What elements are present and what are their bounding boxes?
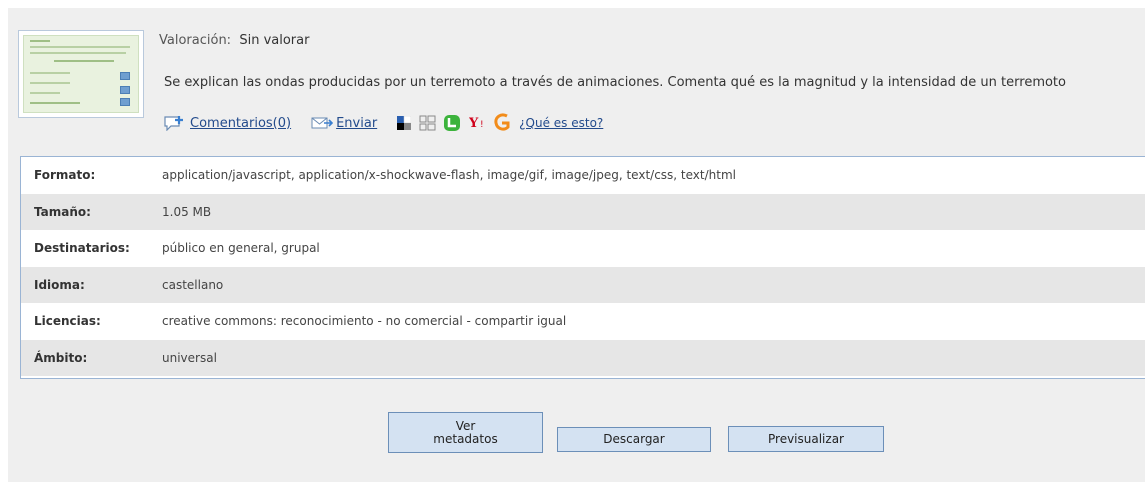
view-metadata-label-line1: Ver: [455, 418, 476, 433]
svg-text:Y: Y: [469, 116, 479, 131]
rating-value: Sin valorar: [239, 33, 310, 48]
view-metadata-label-line2: metadatos: [433, 431, 498, 446]
resource-description: Se explican las ondas producidas por un …: [164, 75, 1066, 90]
meneame-icon[interactable]: [419, 115, 437, 131]
thumbnail-preview-image: [23, 35, 139, 113]
license-key: Licencias:: [34, 314, 101, 329]
what-is-this-link[interactable]: ¿Qué es esto?: [519, 116, 603, 130]
digg-icon[interactable]: [493, 113, 511, 133]
format-value: application/javascript, application/x-sh…: [162, 168, 736, 183]
yahoo-icon[interactable]: Y !: [468, 115, 487, 131]
audience-value: público en general, grupal: [162, 241, 320, 256]
view-metadata-button[interactable]: Ver metadatos: [388, 412, 543, 453]
license-value: creative commons: reconocimiento - no co…: [162, 314, 567, 329]
metadata-row-scope: Ámbito: universal: [21, 339, 1145, 376]
delicious-icon[interactable]: [397, 115, 412, 130]
metadata-row-format: Formato: application/javascript, applica…: [21, 157, 1145, 194]
resource-panel: Valoración: Sin valorar Se explican las …: [8, 8, 1145, 482]
language-key: Idioma:: [34, 277, 85, 292]
metadata-row-audience: Destinatarios: público en general, grupa…: [21, 230, 1145, 267]
comments-link[interactable]: Comentarios(0): [190, 116, 291, 131]
metadata-row-license: Licencias: creative commons: reconocimie…: [21, 303, 1145, 340]
download-button[interactable]: Descargar: [557, 427, 711, 452]
resource-thumbnail[interactable]: [18, 30, 144, 118]
metadata-row-size: Tamaño: 1.05 MB: [21, 193, 1145, 230]
rating-label: Valoración:: [159, 33, 232, 48]
scope-key: Ámbito:: [34, 350, 88, 365]
metadata-table: Formato: application/javascript, applica…: [20, 156, 1145, 379]
size-value: 1.05 MB: [162, 204, 212, 219]
comment-add-icon[interactable]: [164, 115, 186, 132]
format-key: Formato:: [34, 168, 96, 183]
svg-text:!: !: [480, 120, 484, 130]
share-actions: Comentarios(0) Enviar Y ! ¿Qué es esto?: [164, 112, 603, 134]
tuenti-icon[interactable]: [443, 114, 461, 132]
preview-button[interactable]: Previsualizar: [728, 426, 884, 452]
size-key: Tamaño:: [34, 204, 91, 219]
language-value: castellano: [162, 277, 224, 292]
scope-value: universal: [162, 350, 217, 365]
audience-key: Destinatarios:: [34, 241, 130, 256]
rating: Valoración: Sin valorar: [159, 33, 309, 48]
send-link[interactable]: Enviar: [336, 116, 377, 131]
metadata-row-language: Idioma: castellano: [21, 266, 1145, 303]
send-mail-icon[interactable]: [311, 116, 334, 130]
